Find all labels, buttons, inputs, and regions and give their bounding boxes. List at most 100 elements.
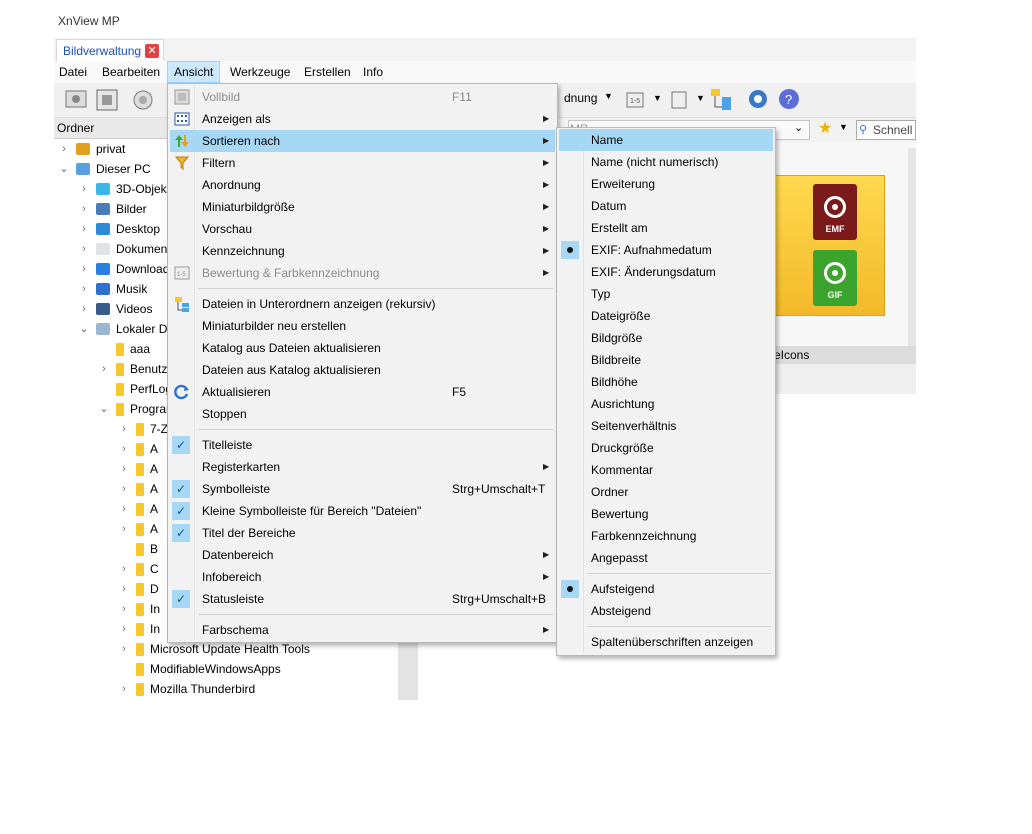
menu-item-seitenverhältnis[interactable]: Seitenverhältnis — [559, 415, 773, 437]
menu-item-spaltenüberschriften-anzeigen[interactable]: Spaltenüberschriften anzeigen — [559, 631, 773, 653]
tree-item[interactable]: › C — [118, 559, 159, 579]
menu-item-infobereich[interactable]: Infobereich ▶ — [170, 566, 555, 588]
menu-item-katalog-aus-dateien-aktualisieren[interactable]: Katalog aus Dateien aktualisieren — [170, 337, 555, 359]
menu-item-erstellt-am[interactable]: Erstellt am — [559, 217, 773, 239]
tree-item[interactable]: › A — [118, 459, 158, 479]
menu-item-kommentar[interactable]: Kommentar — [559, 459, 773, 481]
menu-erstellen[interactable]: Erstellen — [298, 61, 357, 83]
chevron-right-icon[interactable]: › — [58, 139, 70, 159]
chevron-right-icon[interactable]: › — [78, 259, 90, 279]
chevron-down-icon[interactable]: ▼ — [839, 122, 848, 132]
capture-icon[interactable] — [131, 88, 155, 112]
menu-item-dateigröße[interactable]: Dateigröße — [559, 305, 773, 327]
menu-item-exif-änderungsdatum[interactable]: EXIF: Änderungsdatum — [559, 261, 773, 283]
tab-bildverwaltung[interactable]: Bildverwaltung ✕ — [56, 39, 165, 62]
menu-item-titelleiste[interactable]: ✓ Titelleiste — [170, 434, 555, 456]
chevron-down-icon[interactable]: ▼ — [696, 93, 705, 103]
tree-item[interactable]: › A — [118, 499, 158, 519]
tree-item[interactable]: › A — [118, 519, 158, 539]
menu-item-exif-aufnahmedatum[interactable]: EXIF: Aufnahmedatum — [559, 239, 773, 261]
menu-item-kennzeichnung[interactable]: Kennzeichnung ▶ — [170, 240, 555, 262]
menu-item-aufsteigend[interactable]: Aufsteigend — [559, 578, 773, 600]
chevron-down-icon[interactable]: ⌄ — [78, 319, 90, 339]
chevron-right-icon[interactable]: › — [98, 359, 110, 379]
chevron-down-icon[interactable]: ▼ — [604, 91, 613, 101]
menu-item-ausrichtung[interactable]: Ausrichtung — [559, 393, 773, 415]
chevron-right-icon[interactable]: › — [118, 559, 130, 579]
chevron-right-icon[interactable]: › — [118, 619, 130, 639]
menu-datei[interactable]: Datei — [53, 61, 93, 83]
menu-item-typ[interactable]: Typ — [559, 283, 773, 305]
menu-item-farbkennzeichnung[interactable]: Farbkennzeichnung — [559, 525, 773, 547]
label-filter-icon[interactable] — [668, 88, 692, 112]
menu-item-bewertung[interactable]: Bewertung — [559, 503, 773, 525]
menu-item-datum[interactable]: Datum — [559, 195, 773, 217]
menu-ansicht[interactable]: Ansicht — [167, 61, 221, 83]
menu-info[interactable]: Info — [357, 61, 389, 83]
menu-item-statusleiste[interactable]: ✓ Statusleiste Strg+Umschalt+B — [170, 588, 555, 610]
chevron-right-icon[interactable]: › — [78, 279, 90, 299]
menu-bearbeiten[interactable]: Bearbeiten — [96, 61, 166, 83]
sort-dropdown-label[interactable]: dnung — [564, 91, 597, 105]
chevron-right-icon[interactable]: › — [118, 479, 130, 499]
menu-item-name[interactable]: Name — [559, 129, 773, 151]
tree-item[interactable]: › Downloads — [78, 259, 175, 279]
menu-item-registerkarten[interactable]: Registerkarten ▶ — [170, 456, 555, 478]
menu-item-druckgröße[interactable]: Druckgröße — [559, 437, 773, 459]
menu-item-symbolleiste[interactable]: ✓ Symbolleiste Strg+Umschalt+T — [170, 478, 555, 500]
tree-item[interactable]: ⌄ Dieser PC — [58, 159, 150, 179]
chevron-right-icon[interactable]: › — [78, 219, 90, 239]
chevron-right-icon[interactable]: › — [118, 679, 130, 699]
help-icon[interactable]: ? — [777, 87, 801, 111]
rating-filter-icon[interactable]: 1-5 — [624, 88, 648, 112]
menu-item-titel-der-bereiche[interactable]: ✓ Titel der Bereiche — [170, 522, 555, 544]
tree-item[interactable]: › Desktop — [78, 219, 160, 239]
tree-item[interactable]: › D — [118, 579, 159, 599]
chevron-right-icon[interactable]: › — [118, 599, 130, 619]
chevron-right-icon[interactable]: › — [78, 299, 90, 319]
tree-item[interactable]: B — [118, 539, 158, 559]
tree-item[interactable]: ModifiableWindowsApps — [118, 659, 281, 679]
menu-item-bildgröße[interactable]: Bildgröße — [559, 327, 773, 349]
tree-item[interactable]: › Mozilla Thunderbird — [118, 679, 255, 699]
gear-icon[interactable] — [746, 87, 770, 111]
tree-item[interactable]: › A — [118, 479, 158, 499]
menu-item-sortieren-nach[interactable]: Sortieren nach ▶ — [170, 130, 555, 152]
menu-item-bildbreite[interactable]: Bildbreite — [559, 349, 773, 371]
menu-item-filtern[interactable]: Filtern ▶ — [170, 152, 555, 174]
chevron-down-icon[interactable]: ⌄ — [58, 159, 70, 179]
tree-item[interactable]: › privat — [58, 139, 125, 159]
menu-item-dateien-aus-katalog-aktualisieren[interactable]: Dateien aus Katalog aktualisieren — [170, 359, 555, 381]
chevron-right-icon[interactable]: › — [118, 579, 130, 599]
menu-item-name-nicht-numerisch[interactable]: Name (nicht numerisch) — [559, 151, 773, 173]
menu-item-anordnung[interactable]: Anordnung ▶ — [170, 174, 555, 196]
menu-item-erweiterung[interactable]: Erweiterung — [559, 173, 773, 195]
menu-item-vorschau[interactable]: Vorschau ▶ — [170, 218, 555, 240]
menu-item-dateien-in-unterordnern-anzeigen-rekursiv[interactable]: Dateien in Unterordnern anzeigen (rekurs… — [170, 293, 555, 315]
menu-item-absteigend[interactable]: Absteigend — [559, 600, 773, 622]
menu-item-stoppen[interactable]: Stoppen — [170, 403, 555, 425]
menu-item-kleine-symbolleiste-für-bereich-dateien[interactable]: ✓ Kleine Symbolleiste für Bereich "Dateie… — [170, 500, 555, 522]
tree-item[interactable]: › Musik — [78, 279, 147, 299]
favorite-star-icon[interactable]: ★ — [818, 118, 832, 138]
menu-item-datenbereich[interactable]: Datenbereich ▶ — [170, 544, 555, 566]
chevron-right-icon[interactable]: › — [78, 239, 90, 259]
chevron-right-icon[interactable]: › — [118, 419, 130, 439]
quick-filter-input[interactable]: ⚲ Schnell — [856, 120, 916, 140]
menu-werkzeuge[interactable]: Werkzeuge — [224, 61, 296, 83]
slideshow-icon[interactable] — [64, 88, 88, 112]
folder-tree-icon[interactable] — [709, 87, 733, 111]
chevron-right-icon[interactable]: › — [78, 179, 90, 199]
chevron-down-icon[interactable]: ⌄ — [98, 399, 110, 419]
menu-item-farbschema[interactable]: Farbschema ▶ — [170, 619, 555, 641]
tree-item[interactable]: › Videos — [78, 299, 152, 319]
fullscreen-icon[interactable] — [95, 88, 119, 112]
tree-item[interactable]: › Dokumente — [78, 239, 177, 259]
chevron-down-icon[interactable]: ⌄ — [794, 121, 803, 134]
chevron-right-icon[interactable]: › — [78, 199, 90, 219]
tree-item[interactable]: › A — [118, 439, 158, 459]
tree-item[interactable]: › 3D-Objekte — [78, 179, 177, 199]
menu-item-bildhöhe[interactable]: Bildhöhe — [559, 371, 773, 393]
menu-item-aktualisieren[interactable]: Aktualisieren F5 — [170, 381, 555, 403]
chevron-right-icon[interactable]: › — [118, 439, 130, 459]
